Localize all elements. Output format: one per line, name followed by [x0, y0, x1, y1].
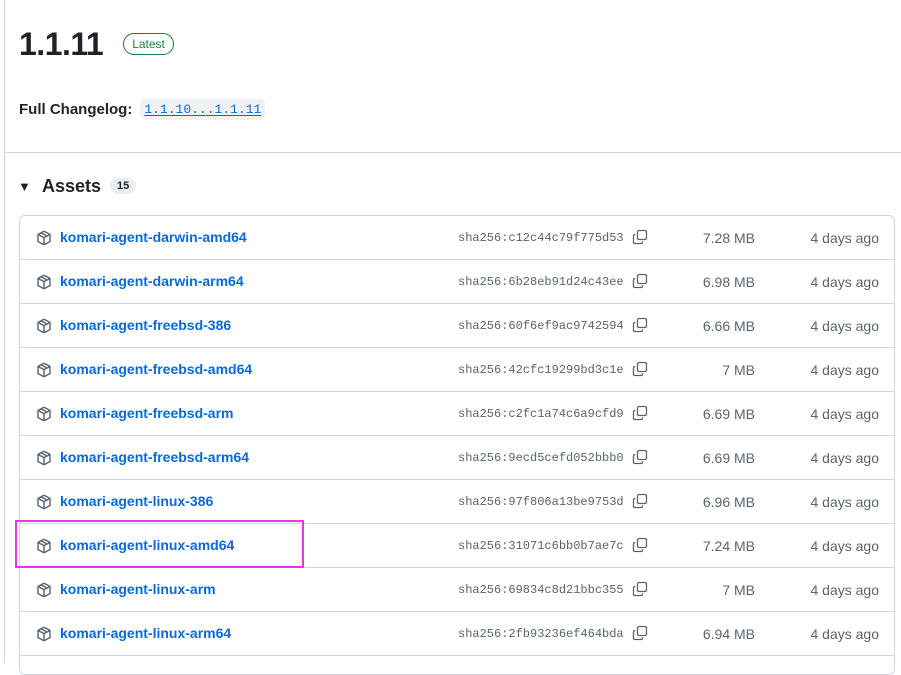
asset-name-link[interactable]: komari-agent-linux-arm	[60, 581, 216, 597]
copy-icon[interactable]	[632, 537, 648, 553]
release-title[interactable]: 1.1.11	[19, 26, 104, 63]
package-icon	[37, 362, 51, 378]
asset-sha256: sha256:2fb93236ef464bda4…	[458, 627, 624, 641]
asset-size: 7 MB	[722, 362, 755, 378]
asset-name-link[interactable]: komari-agent-freebsd-amd64	[60, 361, 252, 377]
package-icon	[37, 450, 51, 466]
assets-title: Assets	[42, 175, 102, 196]
asset-size: 7 MB	[722, 582, 755, 598]
assets-count-badge: 15	[110, 178, 137, 194]
copy-icon[interactable]	[632, 229, 648, 245]
asset-name-link[interactable]: komari-agent-darwin-amd64	[60, 229, 247, 245]
asset-name-link[interactable]: komari-agent-freebsd-arm64	[60, 449, 249, 465]
copy-icon[interactable]	[632, 625, 648, 641]
asset-date: 4 days ago	[810, 230, 880, 246]
asset-name-link[interactable]: komari-agent-darwin-arm64	[60, 273, 244, 289]
asset-size: 6.94 MB	[702, 626, 755, 642]
asset-row: komari-agent-freebsd-arm sha256:c2fc1a74…	[20, 392, 894, 436]
asset-name-link[interactable]: komari-agent-linux-arm64	[60, 625, 231, 641]
copy-icon[interactable]	[632, 273, 648, 289]
asset-sha256: sha256:c2fc1a74c6a9cfd9c…	[458, 407, 624, 421]
asset-sha256: sha256:9ecd5cefd052bbb04…	[458, 451, 624, 465]
copy-icon[interactable]	[632, 361, 648, 377]
changelog-label: Full Changelog:	[19, 100, 133, 118]
release-header: 1.1.11 Latest	[19, 24, 174, 64]
asset-date: 4 days ago	[810, 318, 880, 334]
latest-badge: Latest	[123, 33, 174, 55]
asset-row: komari-agent-freebsd-arm64 sha256:9ecd5c…	[20, 436, 894, 480]
asset-row: komari-agent-linux-arm64 sha256:2fb93236…	[20, 612, 894, 656]
assets-toggle[interactable]: ▼ Assets 15	[18, 172, 137, 200]
asset-sha256: sha256:c12c44c79f775d534…	[458, 231, 624, 245]
asset-row: komari-agent-linux-amd64 sha256:31071c6b…	[20, 524, 894, 568]
asset-row: komari-agent-darwin-amd64 sha256:c12c44c…	[20, 216, 894, 260]
package-icon	[37, 318, 51, 334]
triangle-down-icon[interactable]: ▼	[18, 179, 36, 194]
asset-date: 4 days ago	[810, 274, 880, 290]
asset-row: komari-agent-linux-arm sha256:69834c8d21…	[20, 568, 894, 612]
asset-list: komari-agent-darwin-amd64 sha256:c12c44c…	[19, 215, 895, 675]
asset-date: 4 days ago	[810, 626, 880, 642]
asset-sha256: sha256:31071c6bb0b7ae7cd…	[458, 539, 624, 553]
package-icon	[37, 582, 51, 598]
asset-sha256: sha256:69834c8d21bbc3555…	[458, 583, 624, 597]
package-icon	[37, 626, 51, 642]
package-icon	[37, 494, 51, 510]
asset-date: 4 days ago	[810, 538, 880, 554]
asset-size: 6.96 MB	[702, 494, 755, 510]
copy-icon[interactable]	[632, 317, 648, 333]
asset-sha256: sha256:6b28eb91d24c43ee7…	[458, 275, 624, 289]
asset-date: 4 days ago	[810, 406, 880, 422]
asset-row: komari-agent-freebsd-386 sha256:60f6ef9a…	[20, 304, 894, 348]
asset-size: 6.98 MB	[702, 274, 755, 290]
changelog: Full Changelog: 1.1.10...1.1.11	[19, 96, 266, 122]
copy-icon[interactable]	[632, 449, 648, 465]
package-icon	[37, 230, 51, 246]
copy-icon[interactable]	[632, 493, 648, 509]
asset-date: 4 days ago	[810, 494, 880, 510]
asset-date: 4 days ago	[810, 362, 880, 378]
asset-date: 4 days ago	[810, 450, 880, 466]
asset-sha256: sha256:60f6ef9ac97425946…	[458, 319, 624, 333]
asset-size: 7.28 MB	[702, 230, 755, 246]
asset-name-link[interactable]: komari-agent-freebsd-arm	[60, 405, 234, 421]
asset-name-link[interactable]: komari-agent-freebsd-386	[60, 317, 231, 333]
asset-name-link[interactable]: komari-agent-linux-amd64	[60, 537, 234, 553]
divider	[4, 152, 901, 153]
package-icon	[37, 274, 51, 290]
asset-row: komari-agent-linux-386 sha256:97f806a13b…	[20, 480, 894, 524]
package-icon	[37, 538, 51, 554]
asset-date: 4 days ago	[810, 582, 880, 598]
asset-sha256: sha256:97f806a13be9753d5…	[458, 495, 624, 509]
asset-name-link[interactable]: komari-agent-linux-386	[60, 493, 213, 509]
package-icon	[37, 406, 51, 422]
asset-size: 7.24 MB	[702, 538, 755, 554]
asset-row: komari-agent-freebsd-amd64 sha256:42cfc1…	[20, 348, 894, 392]
asset-row: komari-agent-darwin-arm64 sha256:6b28eb9…	[20, 260, 894, 304]
asset-size: 6.69 MB	[702, 450, 755, 466]
copy-icon[interactable]	[632, 405, 648, 421]
asset-size: 6.69 MB	[702, 406, 755, 422]
changelog-compare-link[interactable]: 1.1.10...1.1.11	[140, 98, 266, 120]
asset-size: 6.66 MB	[702, 318, 755, 334]
asset-sha256: sha256:42cfc19299bd3c1ef…	[458, 363, 624, 377]
copy-icon[interactable]	[632, 581, 648, 597]
